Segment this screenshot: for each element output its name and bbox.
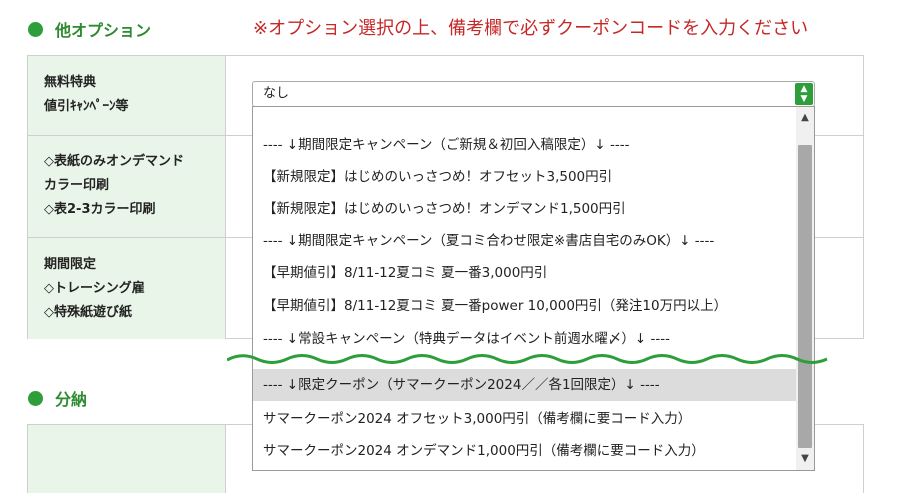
bullet-dot-icon xyxy=(28,21,43,37)
row-label-line: 値引ｷｬﾝﾍﾟｰﾝ等 xyxy=(44,99,129,114)
dropdown-option[interactable]: サマークーポン2024 オンデマンド1,000円引（備考欄に要コード入力） xyxy=(253,435,796,467)
row-label-color-print: ◇表紙のみオンデマンド カラー印刷 ◇表2-3カラー印刷 xyxy=(28,135,226,237)
coupon-notice: ※オプション選択の上、備考欄で必ずクーポンコードを入力ください xyxy=(253,18,809,39)
bullet-dot-icon xyxy=(28,390,43,406)
row-label-free-bonus: 無料特典 値引ｷｬﾝﾍﾟｰﾝ等 xyxy=(28,56,226,135)
select-value: なし xyxy=(263,86,290,101)
section-title: 分納 xyxy=(55,390,88,409)
discount-dropdown-list[interactable]: ---- ↓期間限定キャンペーン（ご新規＆初回入稿限定）↓ ---- 【新規限定… xyxy=(252,106,815,471)
row-label-line: 無料特典 xyxy=(44,75,97,90)
section-header-split-delivery: 分納 xyxy=(28,386,87,410)
row-label-line: カラー印刷 xyxy=(44,178,110,193)
section-header-other-options: 他オプション xyxy=(28,17,151,41)
dropdown-option[interactable]: 【早期値引】8/11-12夏コミ 夏一番power 10,000円引（発注10万… xyxy=(253,290,796,322)
dropdown-option[interactable]: 【新規限定】はじめのいっさつめ！オフセット3,500円引 xyxy=(253,161,796,193)
row-label-line: 期間限定 xyxy=(44,257,97,272)
dropdown-option[interactable]: サマークーポン2024 オフセット3,000円引（備考欄に要コード入力） xyxy=(253,403,796,435)
option-group-header[interactable]: ---- ↓期間限定キャンペーン（ご新規＆初回入稿限定）↓ ---- xyxy=(253,129,796,161)
row-label-limited-paper: 期間限定 ◇トレーシング雇 ◇特殊紙遊び紙 xyxy=(28,237,226,339)
row-label-line: ◇表2-3カラー印刷 xyxy=(44,202,156,217)
dropdown-option[interactable]: 【早期値引】8/11-12夏コミ 夏一番3,000円引 xyxy=(253,257,796,289)
chevron-up-down-icon[interactable]: ▲ ▼ xyxy=(795,83,813,105)
scrollbar-thumb[interactable] xyxy=(798,145,812,448)
scroll-up-icon[interactable]: ▲ xyxy=(796,109,814,127)
row-label-line: ◇表紙のみオンデマンド xyxy=(44,154,184,169)
scroll-down-icon[interactable]: ▼ xyxy=(796,450,814,468)
dropdown-option[interactable]: 【新規限定】はじめのいっさつめ！オンデマンド1,500円引 xyxy=(253,193,796,225)
section-title: 他オプション xyxy=(55,21,152,40)
wave-divider xyxy=(227,354,828,364)
discount-select[interactable]: なし ▲ ▼ xyxy=(252,81,815,107)
row-label-empty xyxy=(28,425,226,493)
option-group-header-highlighted[interactable]: ---- ↓限定クーポン（サマークーポン2024／／各1回限定）↓ ---- xyxy=(253,369,796,401)
wave-line xyxy=(227,354,828,364)
row-label-line: ◇特殊紙遊び紙 xyxy=(44,305,132,320)
dropdown-scrollbar[interactable]: ▲ ▼ xyxy=(796,107,814,470)
option-group-header[interactable]: ---- ↓期間限定キャンペーン（夏コミ合わせ限定※書店自宅のみOK）↓ ---… xyxy=(253,225,796,257)
row-label-line: ◇トレーシング雇 xyxy=(44,281,145,296)
